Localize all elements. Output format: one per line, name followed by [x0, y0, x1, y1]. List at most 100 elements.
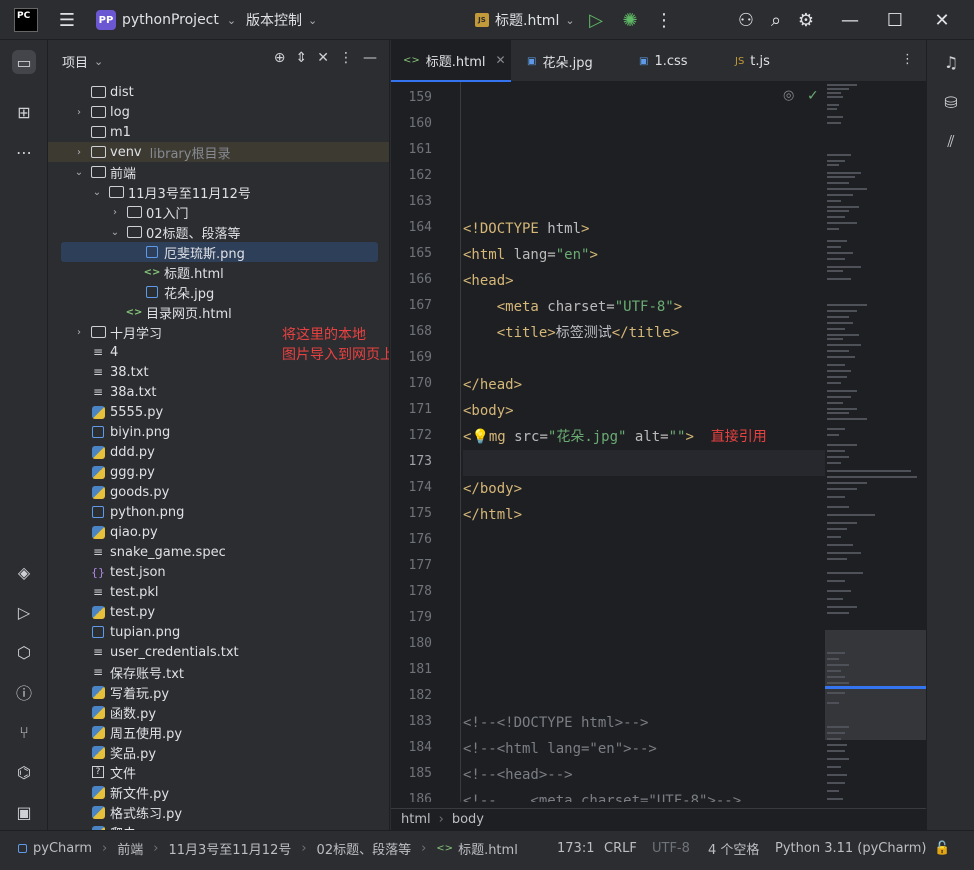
lock-icon[interactable]: 🔓: [934, 831, 950, 865]
breadcrumb-html[interactable]: html: [401, 812, 431, 827]
git-icon[interactable]: ⑂: [12, 720, 36, 744]
chevron-right-icon[interactable]: ›: [108, 207, 122, 218]
code-line[interactable]: [463, 658, 825, 684]
structure-icon[interactable]: ⊞: [12, 100, 36, 124]
code-line[interactable]: [463, 190, 825, 216]
code-line[interactable]: <!-- <meta charset="UTF-8">-->: [463, 788, 825, 802]
code-line[interactable]: [463, 450, 825, 476]
tree-item[interactable]: <> 标题.html: [48, 262, 389, 282]
tree-item[interactable]: ≡ 保存账号.txt: [48, 662, 389, 682]
database-icon[interactable]: ⛁: [939, 90, 963, 114]
editor-tab[interactable]: ▣ 1.css: [627, 40, 719, 82]
intention-bulb-icon[interactable]: 💡: [471, 429, 488, 445]
path-segment[interactable]: 前端: [117, 839, 143, 858]
code-line[interactable]: </body>: [463, 476, 825, 502]
tree-item[interactable]: 花朵.jpg: [48, 282, 389, 302]
inspections-ok-icon[interactable]: ✓: [807, 88, 819, 104]
tree-item[interactable]: 新文件.py: [48, 782, 389, 802]
interpreter-selector[interactable]: Python 3.11 (pyCharm): [775, 831, 926, 865]
close-window-icon[interactable]: ✕: [930, 0, 954, 40]
tree-item[interactable]: biyin.png: [48, 422, 389, 442]
chevron-down-icon[interactable]: ⌄: [108, 227, 122, 238]
tabs-more-icon[interactable]: ⋮: [901, 52, 914, 67]
add-user-icon[interactable]: ⚇: [734, 0, 758, 40]
project-switcher[interactable]: pythonProject ⌄: [122, 0, 236, 40]
editor-tab[interactable]: JS t.js: [723, 40, 813, 82]
code-line[interactable]: <meta charset="UTF-8">: [463, 294, 825, 320]
code-line[interactable]: [463, 86, 825, 112]
project-folder-icon[interactable]: ▭: [12, 50, 36, 74]
problems-icon[interactable]: ⓘ: [12, 680, 36, 704]
tree-item[interactable]: › venv library根目录: [48, 142, 389, 162]
vcs-menu[interactable]: 版本控制 ⌄: [246, 0, 317, 40]
more-tools-icon[interactable]: ⋯: [12, 140, 36, 164]
tree-item[interactable]: 厄斐琉斯.png: [61, 242, 378, 262]
tree-item[interactable]: tupian.png: [48, 622, 389, 642]
services-icon[interactable]: ⬡: [12, 640, 36, 664]
code-line[interactable]: <html lang="en">: [463, 242, 825, 268]
tree-item[interactable]: qiao.py: [48, 522, 389, 542]
search-icon[interactable]: ⌕: [764, 0, 788, 40]
breadcrumb-body[interactable]: body: [452, 812, 484, 827]
chevron-down-icon[interactable]: ⌄: [94, 55, 103, 68]
settings-gear-icon[interactable]: ⚙: [794, 0, 818, 40]
minimap-viewport[interactable]: [825, 630, 926, 740]
code-line[interactable]: [463, 138, 825, 164]
run-tool-icon[interactable]: ▷: [12, 600, 36, 624]
tree-item[interactable]: ≡ test.pkl: [48, 582, 389, 602]
tree-item[interactable]: › log: [48, 102, 389, 122]
sciview-icon[interactable]: ⫽: [939, 130, 963, 154]
maximize-icon[interactable]: ☐: [883, 0, 907, 40]
locate-icon[interactable]: ⊕: [274, 50, 286, 66]
path-segment[interactable]: pyCharm: [33, 841, 92, 856]
code-line[interactable]: [463, 684, 825, 710]
code-area[interactable]: <!DOCTYPE html> <html lang="en"> <head> <m…: [463, 82, 825, 802]
code-line[interactable]: <!--<html lang="en">-->: [463, 736, 825, 762]
path-segment[interactable]: 02标题、段落等: [317, 839, 412, 858]
tree-item[interactable]: {} test.json: [48, 562, 389, 582]
tree-item[interactable]: 写着玩.py: [48, 682, 389, 702]
tree-item[interactable]: ? 文件: [48, 762, 389, 782]
tree-item[interactable]: ≡ 38a.txt: [48, 382, 389, 402]
tree-item[interactable]: <> 目录网页.html: [48, 302, 389, 322]
tree-item[interactable]: ≡ user_credentials.txt: [48, 642, 389, 662]
minimap[interactable]: [825, 82, 926, 802]
chevron-down-icon[interactable]: ⌄: [72, 167, 86, 178]
tree-item[interactable]: ⌄ 11月3号至11月12号: [48, 182, 389, 202]
tree-item[interactable]: ≡ snake_game.spec: [48, 542, 389, 562]
tree-item[interactable]: python.png: [48, 502, 389, 522]
code-line[interactable]: [463, 606, 825, 632]
code-line[interactable]: <head>: [463, 268, 825, 294]
tree-item[interactable]: 格式练习.py: [48, 802, 389, 822]
chevron-down-icon[interactable]: ⌄: [90, 187, 104, 198]
editor-tab[interactable]: ▣ 花朵.jpg: [515, 40, 623, 82]
tree-item[interactable]: › 01入门: [48, 202, 389, 222]
path-segment[interactable]: 11月3号至11月12号: [168, 839, 291, 858]
indent-setting[interactable]: 4 个空格: [708, 831, 759, 865]
caret-position[interactable]: 173:1: [557, 831, 594, 865]
path-segment[interactable]: 标题.html: [458, 839, 518, 858]
options-icon[interactable]: ⋮: [339, 50, 353, 66]
code-line[interactable]: <💡mg src="花朵.jpg" alt=""> 直接引用: [463, 424, 825, 450]
editor-tab[interactable]: <> 标题.html ✕: [391, 40, 511, 82]
chevron-right-icon[interactable]: ›: [72, 147, 86, 158]
status-path[interactable]: pyCharm › 前端 › 11月3号至11月12号 › 02标题、段落等 › <> 标题.ht…: [18, 831, 518, 865]
code-line[interactable]: [463, 112, 825, 138]
tree-item[interactable]: 周五使用.py: [48, 722, 389, 742]
tree-item[interactable]: m1: [48, 122, 389, 142]
code-line[interactable]: <!--<!DOCTYPE html>-->: [463, 710, 825, 736]
tree-item[interactable]: 爬虫.py: [48, 822, 389, 830]
tree-item[interactable]: ≡ 38.txt: [48, 362, 389, 382]
debug-icon[interactable]: ✺: [618, 0, 642, 40]
line-separator[interactable]: CRLF: [604, 831, 637, 865]
python-console-icon[interactable]: ⌬: [12, 760, 36, 784]
code-line[interactable]: <body>: [463, 398, 825, 424]
reader-mode-icon[interactable]: ◎: [783, 88, 794, 103]
collapse-all-icon[interactable]: ✕: [317, 50, 329, 66]
code-line[interactable]: [463, 632, 825, 658]
code-line[interactable]: [463, 554, 825, 580]
main-menu-icon[interactable]: ☰: [57, 0, 77, 40]
close-tab-icon[interactable]: ✕: [496, 53, 506, 67]
notifications-bell-icon[interactable]: ♫: [939, 50, 963, 74]
tree-item[interactable]: ggg.py: [48, 462, 389, 482]
